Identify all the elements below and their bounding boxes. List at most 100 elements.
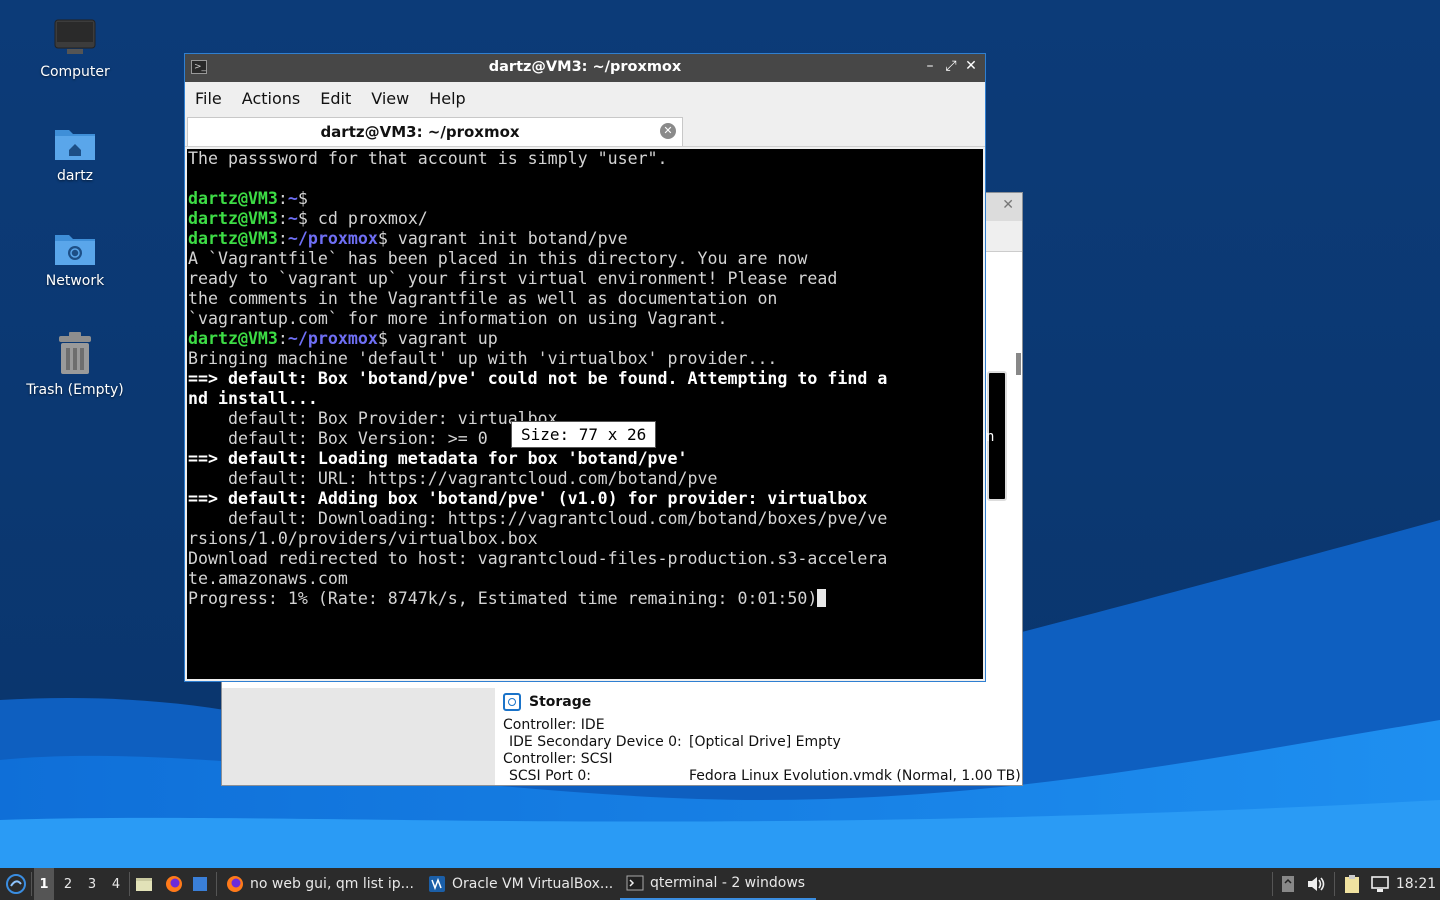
resize-size-tooltip: Size: 77 x 26 (511, 421, 657, 448)
maximize-icon[interactable]: ⤢ (942, 58, 960, 74)
terminal-output: The passsword for that account is simply… (188, 149, 887, 609)
workspace-2[interactable]: 2 (58, 868, 78, 900)
prompt-path: ~ (287, 189, 298, 208)
terminal-icon (626, 875, 644, 891)
clock[interactable]: 18:21 (1396, 868, 1436, 900)
storage-section: Storage Controller: IDE IDE Secondary De… (503, 693, 1022, 785)
menu-bar: File Actions Edit View Help (185, 82, 985, 115)
output-line: A `Vagrantfile` has been placed in this … (188, 249, 808, 268)
tab-close-icon[interactable]: ✕ (660, 123, 676, 139)
prompt: dartz@VM3:~/proxmox$ vagrant init botand… (188, 229, 628, 248)
desktop-icon-label: Network (45, 273, 105, 289)
desktop-icon-trash[interactable]: Trash (Empty) (20, 332, 130, 398)
prompt: dartz@VM3:~/proxmox$ vagrant up (188, 329, 498, 348)
tray-volume[interactable] (1304, 868, 1328, 900)
output-line: `vagrantup.com` for more information on … (188, 309, 728, 328)
prompt-path: ~ (287, 209, 298, 228)
file-manager-launcher[interactable] (134, 868, 154, 900)
toolbar-fragment (986, 221, 1022, 252)
desktop-icon (193, 877, 207, 891)
menu-edit[interactable]: Edit (320, 89, 351, 108)
tab-bar: dartz@VM3: ~/proxmox ✕ (185, 115, 985, 147)
output-line: ==> default: Adding box 'botand/pve' (v1… (188, 489, 868, 508)
show-desktop-launcher[interactable] (190, 868, 210, 900)
clipboard-icon (1345, 875, 1359, 893)
desktop-icon-label: Computer (40, 64, 110, 80)
output-line: ==> default: Loading metadata for box 'b… (188, 449, 688, 468)
desktop-icon-home[interactable]: dartz (20, 124, 130, 184)
storage-heading[interactable]: Storage (503, 693, 1022, 711)
command: cd proxmox/ (317, 209, 428, 228)
scsi-port-value[interactable]: Fedora Linux Evolution.vmdk (Normal, 1.0… (689, 768, 1021, 785)
file-manager-icon (136, 878, 152, 891)
workspace-1[interactable]: 1 (34, 868, 54, 900)
volume-icon (1308, 877, 1325, 891)
ide-device-key: IDE Secondary Device 0: (509, 734, 682, 750)
desktop-icon-network[interactable]: Network (20, 229, 130, 289)
preview-char: n (986, 429, 995, 445)
menu-actions[interactable]: Actions (242, 89, 300, 108)
output-line: default: Box Provider: virtualbox (188, 409, 558, 428)
storage-icon (503, 693, 521, 711)
vm-list-pane[interactable] (222, 688, 495, 785)
tray-updates[interactable] (1278, 868, 1298, 900)
prompt-path: ~/proxmox (287, 229, 378, 248)
controller-ide: Controller: IDE (503, 717, 605, 733)
prompt: dartz@VM3:~$ cd proxmox/ (188, 209, 428, 228)
window-title: dartz@VM3: ~/proxmox (488, 59, 682, 75)
vm-preview: n (986, 371, 1007, 501)
output-line: the comments in the Vagrantfile as well … (188, 289, 778, 308)
progress-line: Progress: 1% (Rate: 8747k/s, Estimated t… (188, 589, 818, 608)
desktop-icon-computer[interactable]: Computer (20, 18, 130, 80)
command: vagrant up (397, 329, 498, 348)
output-line: rsions/1.0/providers/virtualbox.box (188, 529, 538, 548)
scrollbar[interactable] (1016, 353, 1021, 375)
task-firefox[interactable]: no web gui, qm list ip... (220, 868, 426, 900)
minimize-icon[interactable]: – (921, 58, 939, 74)
output-line: default: Box Version: >= 0 (188, 429, 488, 448)
tray-network[interactable] (1368, 868, 1392, 900)
ide-device-value[interactable]: [Optical Drive] Empty (689, 734, 841, 751)
network-folder-icon (55, 235, 95, 265)
prompt: dartz@VM3:~$ (188, 189, 308, 208)
menu-help[interactable]: Help (429, 89, 465, 108)
output-line: nd install... (188, 389, 318, 408)
prompt-path: ~/proxmox (287, 329, 378, 348)
desktop-icon-label: Trash (Empty) (26, 382, 124, 398)
tray-clipboard[interactable] (1340, 868, 1364, 900)
prompt-user: dartz@VM3 (188, 329, 278, 348)
trash-icon (59, 332, 91, 374)
firefox-launcher[interactable] (164, 868, 184, 900)
prompt-user: dartz@VM3 (188, 209, 278, 228)
controller-scsi: Controller: SCSI (503, 751, 613, 767)
task-label: Oracle VM VirtualBox... (452, 876, 614, 892)
task-label: no web gui, qm list ip... (250, 876, 414, 892)
close-icon[interactable]: ✕ (1002, 197, 1014, 213)
home-folder-icon (55, 130, 95, 160)
output-line: Bringing machine 'default' up with 'virt… (188, 349, 778, 368)
terminal-titlebar[interactable]: >_ dartz@VM3: ~/proxmox – ⤢ ✕ (185, 54, 985, 82)
terminal-window[interactable]: >_ dartz@VM3: ~/proxmox – ⤢ ✕ File Actio… (184, 53, 986, 682)
workspace-4[interactable]: 4 (106, 868, 126, 900)
workspace-3[interactable]: 3 (82, 868, 102, 900)
output-line: ready to `vagrant up` your first virtual… (188, 269, 838, 288)
desktop-icon-label: dartz (56, 168, 94, 184)
output-line: ==> default: Box 'botand/pve' could not … (188, 369, 888, 388)
terminal-screen[interactable]: The passsword for that account is simply… (187, 149, 983, 679)
task-qterminal[interactable]: qterminal - 2 windows (620, 868, 816, 900)
close-icon[interactable]: ✕ (962, 58, 980, 74)
start-menu-button[interactable] (4, 868, 28, 900)
package-icon (1282, 876, 1294, 892)
menu-file[interactable]: File (195, 89, 222, 108)
tab-terminal[interactable]: dartz@VM3: ~/proxmox ✕ (187, 117, 683, 146)
storage-title: Storage (529, 694, 592, 710)
scsi-port-row: SCSI Port 0: Fedora Linux Evolution.vmdk… (503, 768, 1022, 785)
output-line: te.amazonaws.com (188, 569, 348, 588)
output-line: Progress: 1% (Rate: 8747k/s, Estimated t… (188, 589, 827, 608)
tab-label: dartz@VM3: ~/proxmox (320, 123, 520, 141)
menu-view[interactable]: View (371, 89, 409, 108)
task-virtualbox[interactable]: Oracle VM VirtualBox... (422, 868, 624, 900)
ide-device-row: IDE Secondary Device 0: [Optical Drive] … (503, 734, 1022, 751)
virtualbox-icon (429, 876, 445, 892)
output-line: default: Downloading: https://vagrantclo… (188, 509, 888, 528)
